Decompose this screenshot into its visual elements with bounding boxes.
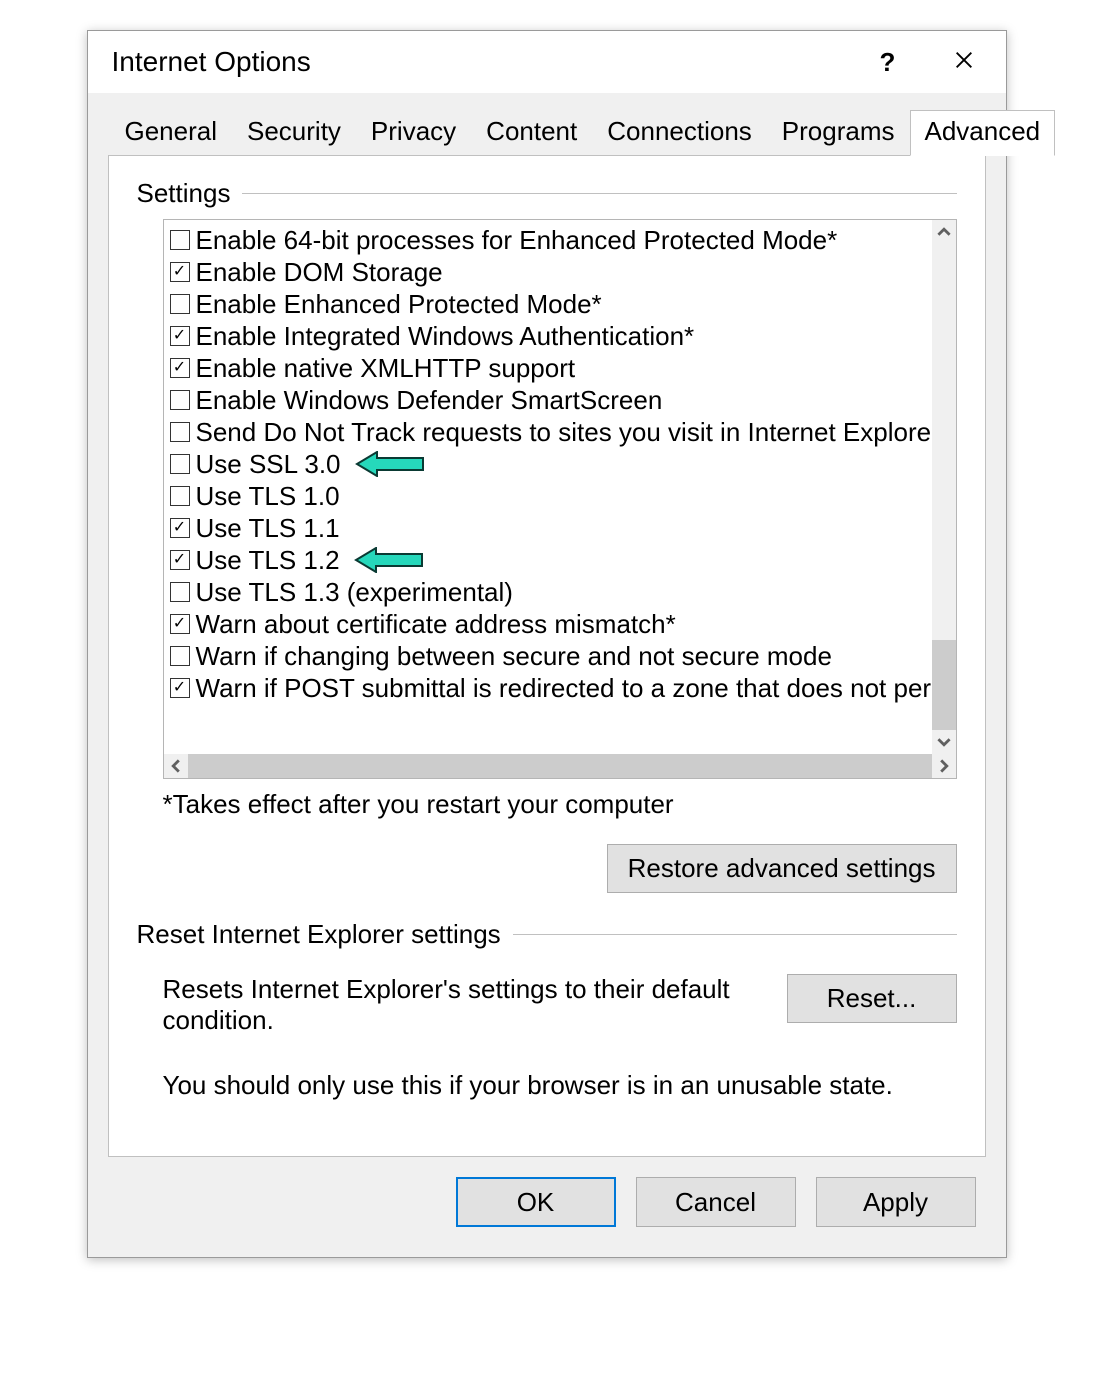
ok-button[interactable]: OK: [456, 1177, 616, 1227]
tab-general[interactable]: General: [110, 110, 233, 155]
settings-item-label: Send Do Not Track requests to sites you …: [196, 416, 932, 448]
checkbox-icon[interactable]: ✓: [170, 262, 190, 282]
settings-item-label: Use SSL 3.0: [196, 448, 341, 480]
checkbox-icon[interactable]: [170, 422, 190, 442]
tab-advanced[interactable]: Advanced: [910, 110, 1056, 156]
checkbox-icon[interactable]: ✓: [170, 550, 190, 570]
close-icon: [953, 47, 975, 78]
settings-group-label: Settings: [137, 178, 231, 209]
settings-item[interactable]: Use TLS 1.3 (experimental): [170, 576, 926, 608]
settings-item[interactable]: ✓ Enable native XMLHTTP support: [170, 352, 926, 384]
settings-item[interactable]: ✓Warn if POST submittal is redirected to…: [170, 672, 926, 704]
settings-item[interactable]: ✓ Warn about certificate address mismatch…: [170, 608, 926, 640]
reset-tip: You should only use this if your browser…: [163, 1070, 957, 1101]
settings-item[interactable]: ✓ Use TLS 1.2: [170, 544, 926, 576]
settings-treeview[interactable]: Enable 64-bit processes for Enhanced Pro…: [163, 219, 957, 779]
settings-item-label: Enable native XMLHTTP support: [196, 352, 576, 384]
settings-item-label: Warn if POST submittal is redirected to …: [196, 672, 932, 704]
settings-item-label: Enable Integrated Windows Authentication…: [196, 320, 695, 352]
settings-item-label: Enable Windows Defender SmartScreen: [196, 384, 663, 416]
dialog-button-row: OK Cancel Apply: [88, 1177, 1006, 1257]
scroll-right-icon[interactable]: [932, 754, 956, 778]
reset-button[interactable]: Reset...: [787, 974, 957, 1023]
checkbox-icon[interactable]: ✓: [170, 518, 190, 538]
settings-item-label: Enable Enhanced Protected Mode*: [196, 288, 602, 320]
settings-item-label: Enable 64-bit processes for Enhanced Pro…: [196, 224, 838, 256]
checkbox-icon[interactable]: [170, 230, 190, 250]
advanced-panel: Settings Enable 64-bit processes for Enh…: [108, 155, 986, 1157]
settings-item[interactable]: Use TLS 1.0: [170, 480, 926, 512]
annotation-arrow-icon: [354, 547, 424, 573]
checkbox-icon[interactable]: [170, 486, 190, 506]
checkbox-icon[interactable]: ✓: [170, 678, 190, 698]
help-button[interactable]: ?: [864, 38, 912, 86]
scroll-left-icon[interactable]: [164, 754, 188, 778]
checkbox-icon[interactable]: [170, 582, 190, 602]
settings-item[interactable]: Enable Enhanced Protected Mode*: [170, 288, 926, 320]
tab-content[interactable]: Content: [471, 110, 592, 155]
restore-advanced-button[interactable]: Restore advanced settings: [607, 844, 957, 893]
close-button[interactable]: [940, 38, 988, 86]
settings-item-label: Use TLS 1.2: [196, 544, 340, 576]
tab-security[interactable]: Security: [232, 110, 356, 155]
settings-item-label: Use TLS 1.1: [196, 512, 340, 544]
restart-footnote: *Takes effect after you restart your com…: [163, 789, 957, 820]
tab-privacy[interactable]: Privacy: [356, 110, 471, 155]
annotation-arrow-icon: [355, 451, 425, 477]
settings-item-label: Warn if changing between secure and not …: [196, 640, 832, 672]
settings-group: Settings: [137, 178, 957, 209]
settings-item[interactable]: Enable 64-bit processes for Enhanced Pro…: [170, 224, 926, 256]
reset-description: Resets Internet Explorer's settings to t…: [163, 974, 767, 1036]
apply-button[interactable]: Apply: [816, 1177, 976, 1227]
checkbox-icon[interactable]: [170, 454, 190, 474]
checkbox-icon[interactable]: [170, 390, 190, 410]
checkbox-icon[interactable]: ✓: [170, 326, 190, 346]
cancel-button[interactable]: Cancel: [636, 1177, 796, 1227]
settings-item[interactable]: ✓ Enable Integrated Windows Authenticatio…: [170, 320, 926, 352]
titlebar: Internet Options ?: [88, 31, 1006, 93]
h-scrollbar-track[interactable]: [188, 754, 932, 778]
scroll-up-icon[interactable]: [932, 220, 956, 244]
vertical-scrollbar[interactable]: [932, 220, 956, 754]
reset-group: Reset Internet Explorer settings: [137, 919, 957, 950]
scrollbar-thumb[interactable]: [932, 640, 956, 730]
settings-item[interactable]: Warn if changing between secure and not …: [170, 640, 926, 672]
checkbox-icon[interactable]: ✓: [170, 358, 190, 378]
settings-item[interactable]: ✓ Use TLS 1.1: [170, 512, 926, 544]
checkbox-icon[interactable]: ✓: [170, 614, 190, 634]
scrollbar-track[interactable]: [932, 244, 956, 730]
settings-item[interactable]: ✓ Enable DOM Storage: [170, 256, 926, 288]
internet-options-dialog: Internet Options ? General Security Priv…: [87, 30, 1007, 1258]
dialog-title: Internet Options: [112, 46, 864, 78]
scroll-down-icon[interactable]: [932, 730, 956, 754]
settings-item-label: Use TLS 1.3 (experimental): [196, 576, 513, 608]
tab-connections[interactable]: Connections: [592, 110, 767, 155]
tab-programs[interactable]: Programs: [767, 110, 910, 155]
reset-group-label: Reset Internet Explorer settings: [137, 919, 501, 950]
settings-item-label: Use TLS 1.0: [196, 480, 340, 512]
settings-item-label: Enable DOM Storage: [196, 256, 443, 288]
tab-bar: General Security Privacy Content Connect…: [88, 93, 1006, 155]
checkbox-icon[interactable]: [170, 294, 190, 314]
settings-item[interactable]: Send Do Not Track requests to sites you …: [170, 416, 926, 448]
checkbox-icon[interactable]: [170, 646, 190, 666]
settings-item[interactable]: Enable Windows Defender SmartScreen: [170, 384, 926, 416]
settings-item-label: Warn about certificate address mismatch*: [196, 608, 676, 640]
settings-item[interactable]: Use SSL 3.0: [170, 448, 926, 480]
horizontal-scrollbar[interactable]: [164, 754, 956, 778]
